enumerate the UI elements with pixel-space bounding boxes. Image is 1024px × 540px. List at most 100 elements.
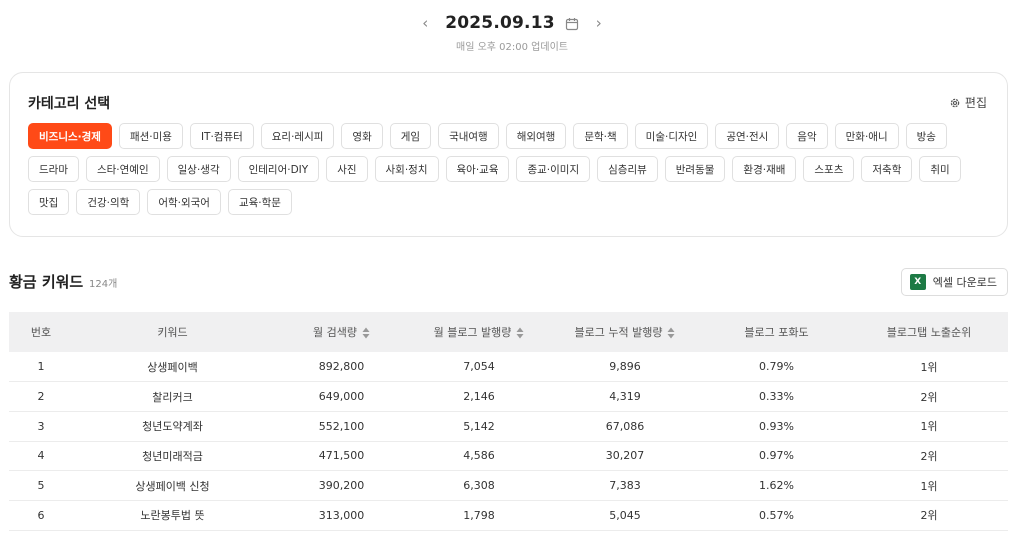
table-row[interactable]: 2 찰리커크 649,000 2,146 4,319 0.33% 2위 [9,381,1008,412]
update-note: 매일 오후 02:00 업데이트 [456,42,568,53]
table-cell: 청년미래적금 [73,441,272,472]
category-chip[interactable]: 교육·학문 [227,189,292,215]
table-cell: 390,200 [272,470,411,501]
category-chip[interactable]: IT·컴퓨터 [189,123,254,149]
category-chip[interactable]: 반려동물 [664,156,726,182]
column-header: 블로그탭 노출순위 [850,312,1008,352]
table-cell: 313,000 [272,500,411,531]
category-chip[interactable]: 환경·재배 [732,156,797,182]
category-chip[interactable]: 스타·연예인 [85,156,160,182]
date-navigation: ‹ 2025.09.13 › 매일 오후 02:00 업데이트 [0,10,1024,53]
keyword-count: 124개 [89,279,118,290]
table-cell: 7,383 [547,470,703,501]
table-cell: 9,896 [547,352,703,383]
category-chip[interactable]: 방송 [905,123,947,149]
category-chip[interactable]: 요리·레시피 [260,123,335,149]
table-row[interactable]: 5 상생페이백 신청 390,200 6,308 7,383 1.62% 1위 [9,470,1008,501]
category-chip[interactable]: 어학·외국어 [147,189,221,215]
table-cell: 0.79% [703,352,850,383]
excel-download-button[interactable]: X 엑셀 다운로드 [900,268,1008,296]
category-chip[interactable]: 인테리어·DIY [237,156,320,182]
table-cell: 67,086 [547,411,703,442]
table-row[interactable]: 4 청년미래적금 471,500 4,586 30,207 0.97% 2위 [9,441,1008,472]
table-cell: 4 [9,441,73,472]
edit-label: 편집 [964,96,987,110]
table-cell: 청년도약계좌 [73,411,272,442]
column-header-label: 블로그탭 노출순위 [886,326,972,339]
table-cell: 5,142 [411,411,547,442]
category-chip[interactable]: 사회·정치 [374,156,439,182]
category-chip[interactable]: 심층리뷰 [597,156,658,182]
category-chip[interactable]: 영화 [341,123,383,149]
category-chip[interactable]: 스포츠 [803,156,855,182]
table-cell: 1위 [850,470,1008,501]
chevron-right-icon[interactable]: › [589,14,609,32]
table-row[interactable]: 1 상생페이백 892,800 7,054 9,896 0.79% 1위 [9,352,1008,383]
table-cell: 0.57% [703,500,850,531]
table-cell: 0.97% [703,441,850,472]
column-header-label: 블로그 누적 발행량 [574,326,663,339]
column-header-label: 번호 [30,326,52,339]
category-chip[interactable]: 게임 [389,123,432,149]
category-chip[interactable]: 패션·미용 [118,123,183,149]
table-cell: 2위 [850,500,1008,531]
column-header-label: 월 블로그 발행량 [433,326,512,339]
category-chip[interactable]: 미술·디자인 [634,123,709,149]
column-header[interactable]: 월 블로그 발행량 [411,312,547,352]
current-date: 2025.09.13 [445,13,555,33]
column-header-label: 월 검색량 [313,326,357,339]
column-header-label: 키워드 [157,326,188,339]
column-header[interactable]: 블로그 누적 발행량 [547,312,703,352]
table-cell: 5,045 [547,500,703,531]
category-chip[interactable]: 음악 [786,123,828,149]
edit-button[interactable]: 편집 [949,94,987,111]
category-chip[interactable]: 드라마 [28,156,79,182]
keyword-table: 번호 키워드 월 검색량 월 블로그 발행량 블로그 누적 발행량 블로그 포화도 블로그탭… [9,312,1008,531]
category-chip[interactable]: 육아·교육 [445,156,510,182]
table-body: 1 상생페이백 892,800 7,054 9,896 0.79% 1위 2 찰리커크 649,0… [9,352,1008,531]
date-row: ‹ 2025.09.13 › [0,10,1024,36]
category-chip[interactable]: 취미 [919,156,961,182]
table-cell: 471,500 [272,441,411,472]
calendar-icon[interactable] [565,16,579,31]
category-chip[interactable]: 문학·책 [573,123,628,149]
column-header: 블로그 포화도 [703,312,850,352]
category-chip[interactable]: 공연·전시 [715,123,780,149]
table-cell: 1,798 [411,500,547,531]
table-cell: 1위 [850,411,1008,442]
table-header-row: 번호 키워드 월 검색량 월 블로그 발행량 블로그 누적 발행량 블로그 포화도 블로그탭… [9,312,1008,352]
category-chip[interactable]: 사진 [326,156,368,182]
table-cell: 552,100 [272,411,411,442]
category-chip[interactable]: 해외여행 [505,123,567,149]
sort-icon[interactable] [667,327,675,339]
sort-icon[interactable] [362,327,370,339]
table-cell: 892,800 [272,352,411,383]
category-chip[interactable]: 종교·이미지 [516,156,591,182]
category-chip[interactable]: 저축학 [861,156,913,182]
column-header[interactable]: 월 검색량 [272,312,411,352]
sort-icon[interactable] [516,327,524,339]
column-header: 키워드 [73,312,272,352]
table-cell: 노란봉투법 뜻 [73,500,272,531]
category-panel: 카테고리 선택 편집 비즈니스·경제 패션·미용 IT·컴퓨터 요리·레시피 영화 게임 국… [9,72,1008,237]
table-cell: 6 [9,500,73,531]
category-chip[interactable]: 건강·의학 [76,189,141,215]
table-cell: 찰리커크 [73,381,272,412]
table-row[interactable]: 3 청년도약계좌 552,100 5,142 67,086 0.93% 1위 [9,411,1008,442]
category-chip-selected[interactable]: 비즈니스·경제 [28,123,112,149]
table-cell: 1위 [850,352,1008,383]
column-header: 번호 [9,312,73,352]
category-chip[interactable]: 만화·애니 [834,123,899,149]
table-cell: 0.93% [703,411,850,442]
category-chip[interactable]: 일상·생각 [166,156,231,182]
category-chip[interactable]: 국내여행 [438,123,499,149]
table-cell: 2위 [850,381,1008,412]
table-cell: 0.33% [703,381,850,412]
table-cell: 2 [9,381,73,412]
table-cell: 5 [9,470,73,501]
table-row[interactable]: 6 노란봉투법 뜻 313,000 1,798 5,045 0.57% 2위 [9,500,1008,531]
category-chip[interactable]: 맛집 [28,189,70,215]
category-title: 카테고리 선택 [28,96,111,112]
table-cell: 4,586 [411,441,547,472]
chevron-left-icon[interactable]: ‹ [415,14,435,32]
